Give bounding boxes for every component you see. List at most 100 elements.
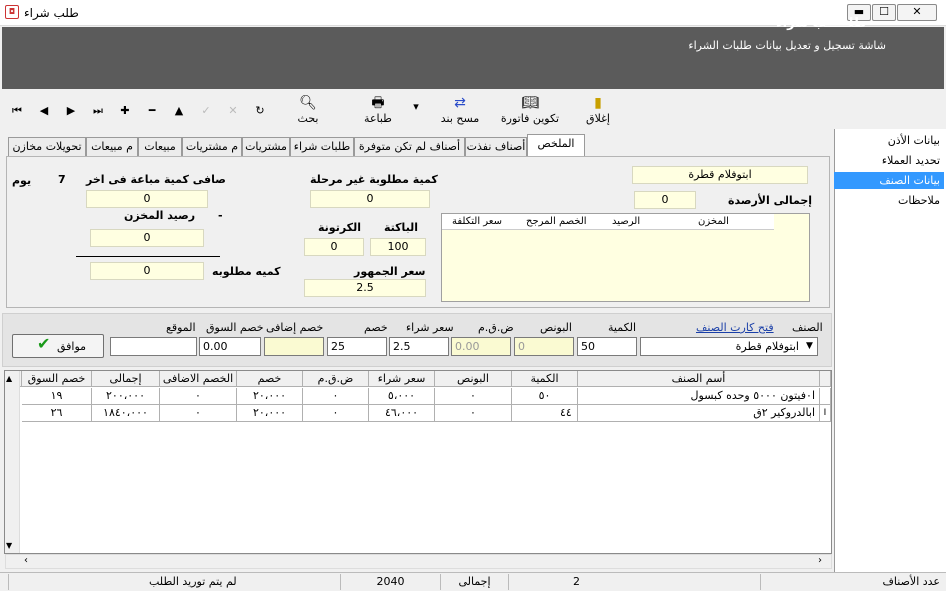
scroll-down-icon[interactable]: ▼ (6, 541, 12, 550)
scroll-right-icon[interactable]: › (818, 555, 822, 566)
grid-cell-qty[interactable]: ٤٤ (512, 405, 578, 422)
print-dropdown-icon[interactable]: ▾ (410, 100, 422, 136)
status-supply-state: لم يتم توريد الطلب (8, 574, 340, 590)
extra-discount-input[interactable] (264, 337, 324, 356)
tab-sales-returns[interactable]: م مبيعات (86, 137, 138, 157)
grid-cell-market-discount[interactable]: ٢٦ (22, 405, 92, 422)
grid-col-market-discount[interactable]: خصم السوق (22, 371, 92, 387)
ok-button[interactable]: ✔ موافق (12, 334, 104, 358)
maximize-button[interactable]: ☐ (872, 4, 896, 21)
grid-cell-market-discount[interactable]: ١٩ (22, 388, 92, 405)
search-button[interactable]: 🔍︎ بحث (290, 94, 326, 130)
tab-purchases[interactable]: مشتريات (242, 137, 290, 157)
grid-col-qty[interactable]: الكمية (512, 371, 578, 387)
grid-cell-buy-price[interactable]: ٤٦،٠٠٠ (369, 405, 435, 422)
post-record-icon[interactable]: ✓ (199, 104, 213, 118)
chevron-down-icon[interactable]: ▼ (803, 339, 816, 354)
scroll-up-icon[interactable]: ▲ (6, 374, 12, 383)
vat-input[interactable]: 0.00 (451, 337, 511, 356)
store-balance-field: 0 (90, 229, 204, 247)
net-sold-label: صافى كمية مباعة فى اخر (86, 173, 226, 186)
total-balances-field: 0 (634, 191, 696, 209)
tab-unavailable-items[interactable]: أصناف لم تكن متوفرة (354, 137, 465, 157)
side-item-item-data[interactable]: بيانات الصنف (834, 172, 944, 189)
entry-label-discount: خصم (364, 321, 388, 334)
grid-col-extra-discount[interactable]: الخصم الاضافى (160, 371, 237, 387)
qty-input[interactable]: 50 (577, 337, 637, 356)
grid-col-item-name[interactable]: أسم الصنف (578, 371, 820, 387)
grid-col-indicator (820, 371, 831, 387)
grid-cell-qty[interactable]: ٥٠ (512, 388, 578, 405)
delete-item-button[interactable]: ⇄ مسح بند (438, 94, 482, 130)
next-record-icon[interactable]: ▶ (64, 104, 78, 118)
first-record-icon[interactable]: ⏮ (10, 104, 24, 118)
status-total-label: إجمالى (440, 574, 508, 590)
print-button[interactable]: 🖶︎ طباعة (358, 94, 398, 130)
public-price-label: سعر الجمهور (354, 265, 426, 278)
net-sold-days: 7 (58, 173, 66, 186)
search-icon: 🔍︎ (299, 95, 317, 111)
grid-cell-vat[interactable]: ٠ (303, 388, 369, 405)
grid-vertical-scrollbar[interactable] (5, 371, 20, 553)
store-balance-dash: - (218, 209, 223, 222)
grid-col-vat[interactable]: ض.ق.م (303, 371, 369, 387)
refresh-icon[interactable]: ↻ (253, 104, 267, 118)
delete-record-icon[interactable]: ━ (145, 104, 159, 118)
public-price-field: 2.5 (304, 279, 426, 297)
previous-record-icon[interactable]: ◀ (37, 104, 51, 118)
grid-cell-item-name[interactable]: ا٠فيتون ٥٠٠٠ وحده كبسول (578, 388, 820, 405)
grid-cell-item-name[interactable]: ابالدروكير ٢ق (578, 405, 820, 422)
exit-button-label: إغلاق (586, 112, 610, 125)
days-label: يوم (12, 174, 32, 187)
grid-col-bonus[interactable]: البونص (435, 371, 512, 387)
item-select[interactable]: ابتوفلام قطرة (640, 337, 818, 356)
app-icon: ◘ (5, 5, 19, 19)
location-input[interactable] (110, 337, 197, 356)
tab-store-transfers[interactable]: تحويلات مخازن (8, 137, 86, 157)
add-record-icon[interactable]: ✚ (118, 104, 132, 118)
grid-col-buy-price[interactable]: سعر شراء (369, 371, 435, 387)
grid-horizontal-scrollbar[interactable] (5, 554, 832, 569)
create-invoice-button[interactable]: 📖︎ تكوين فاتورة (498, 94, 562, 130)
grid-cell-total[interactable]: ٢٠٠،٠٠٠ (92, 388, 160, 405)
entry-label-location: الموقع (166, 321, 196, 334)
invoice-icon: 📖︎ (521, 95, 539, 111)
grid-cell-extra-discount[interactable]: ٠ (160, 405, 237, 422)
exit-button[interactable]: ▮ إغلاق (578, 94, 618, 130)
create-invoice-button-label: تكوين فاتورة (500, 112, 560, 125)
last-record-icon[interactable]: ⏭ (91, 104, 105, 118)
grid-cell-buy-price[interactable]: ٥،٠٠٠ (369, 388, 435, 405)
cancel-record-icon[interactable]: ✕ (226, 104, 240, 118)
discount-input[interactable]: 25 (327, 337, 387, 356)
bonus-input[interactable]: 0 (514, 337, 574, 356)
grid-col-total[interactable]: إجمالى (92, 371, 160, 387)
qty-not-posted-field: 0 (310, 190, 430, 208)
grid-cell-extra-discount[interactable]: ٠ (160, 388, 237, 405)
status-total: 2040 (340, 574, 440, 590)
grid-cell-vat[interactable]: ٠ (303, 405, 369, 422)
grid-cell-discount[interactable]: ٢٠،٠٠٠ (237, 405, 303, 422)
tab-purchase-orders[interactable]: طلبات شراء (290, 137, 354, 157)
grid-col-discount[interactable]: خصم (237, 371, 303, 387)
scroll-left-icon[interactable]: ‹ (24, 555, 28, 566)
grid-cell-total[interactable]: ١٨٤٠،٠٠٠ (92, 405, 160, 422)
side-item-doc-data[interactable]: بيانات الأذن (834, 132, 944, 149)
exit-door-icon: ▮ (594, 95, 602, 111)
header-banner (2, 27, 944, 89)
tab-purchase-returns[interactable]: م مشتريات (182, 137, 242, 157)
tab-finished-items[interactable]: أصناف نفذت (465, 137, 527, 157)
tab-sales[interactable]: مبيعات (138, 137, 182, 157)
side-item-notes[interactable]: ملاحظات (834, 192, 944, 209)
item-card-link[interactable]: فتح كارت الصنف (696, 321, 774, 334)
grid-cell-discount[interactable]: ٢٠،٠٠٠ (237, 388, 303, 405)
side-item-customers[interactable]: تحديد العملاء (834, 152, 944, 169)
edit-record-icon[interactable]: ▲ (172, 104, 186, 118)
close-button[interactable]: ✕ (897, 4, 937, 21)
grid-cell-bonus[interactable]: ٠ (435, 388, 512, 405)
divider-line (76, 256, 220, 257)
grid-cell-bonus[interactable]: ٠ (435, 405, 512, 422)
tab-summary[interactable]: الملخص (527, 134, 585, 157)
market-discount-input[interactable]: 0.00 (199, 337, 261, 356)
buy-price-input[interactable]: 2.5 (389, 337, 449, 356)
pack-field: 100 (370, 238, 426, 256)
